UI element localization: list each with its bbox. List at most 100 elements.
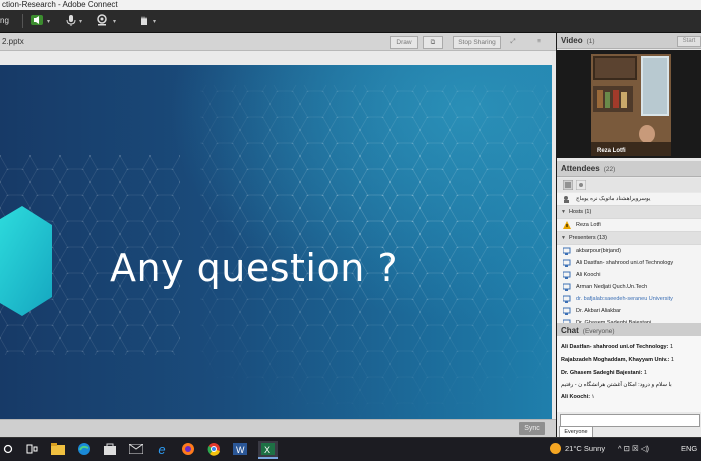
presenter-icon: [563, 295, 571, 303]
user-group-icon: [564, 196, 569, 203]
video-pod-count: (1): [586, 38, 595, 45]
attendee-row[interactable]: Reza Lotfi: [557, 219, 701, 232]
chat-author: Ali Dastfan- shahrood uni.of Technology:: [561, 344, 669, 350]
system-tray-icons[interactable]: ^ ⊡ ☒ ◁): [618, 444, 649, 453]
attendee-name: akbarpour(birjand): [576, 248, 621, 254]
presenter-icon: [563, 259, 571, 267]
firefox-icon[interactable]: [180, 441, 196, 457]
attendees-pod-title: Attendees: [561, 164, 600, 173]
svg-text:W: W: [236, 445, 245, 455]
chat-tab-everyone[interactable]: Everyone: [559, 426, 593, 437]
chat-text: 1: [669, 357, 674, 363]
video-frame-image: [557, 50, 701, 158]
presenter-icon: [563, 283, 571, 291]
presenter-icon: [563, 247, 571, 255]
meeting-owner-row[interactable]: یوسرویراهشناد ماتویک نره یوماج: [557, 193, 701, 206]
status-view-icon[interactable]: [576, 180, 586, 190]
chat-author: Rajabzadeh Moghaddam, Khayyam Univ.:: [561, 357, 670, 363]
attendee-name: Ali Dastfan- shahrood uni.of Technology: [576, 260, 674, 266]
weather-text[interactable]: 21°C Sunny: [565, 444, 605, 453]
word-icon[interactable]: W: [232, 441, 248, 457]
shared-filename: 2.pptx: [2, 37, 24, 46]
chat-pod-scope: (Everyone): [582, 328, 615, 335]
video-presenter-name: Reza Lotfi: [597, 148, 626, 154]
window-title: ction-Research - Adobe Connect: [2, 0, 118, 9]
layers-icon: ⧉: [430, 39, 436, 46]
microphone-icon: [66, 14, 76, 28]
raise-hand-icon: [138, 14, 150, 28]
meeting-menu[interactable]: ng: [0, 16, 9, 25]
attendee-name: Reza Lotfi: [576, 222, 601, 228]
search-icon[interactable]: [0, 441, 16, 457]
list-view-icon[interactable]: [563, 180, 573, 190]
chevron-down-icon[interactable]: ▾: [47, 18, 50, 25]
attendees-view-toolbar: [557, 178, 701, 192]
internet-explorer-icon[interactable]: e: [154, 441, 170, 457]
presenters-header: Presenters (13): [569, 235, 607, 241]
language-indicator[interactable]: ENG: [681, 444, 697, 453]
chat-text: 1: [642, 370, 647, 376]
hosts-group-header[interactable]: ▼ Hosts (1): [557, 206, 701, 219]
start-webcam-button[interactable]: Start: [677, 36, 701, 47]
chat-author: Ali Koochi:: [561, 394, 591, 400]
chat-author: Dr. Ghasem Sadeghi Bajestani:: [561, 370, 643, 376]
raise-hand-button[interactable]: ▾: [138, 13, 156, 29]
chat-message: Ali Koochi: ۱: [561, 394, 595, 400]
share-pod-footer: Sync: [0, 419, 556, 438]
chat-message: Rajabzadeh Moghaddam, Khayyam Univ.: 1: [561, 357, 674, 363]
window-title-bar: ction-Research - Adobe Connect: [0, 0, 701, 10]
share-pod-header: 2.pptx Draw ⧉ Stop Sharing ⤢ ≡: [0, 33, 556, 51]
pod-menu-icon[interactable]: ≡: [532, 36, 546, 47]
presenter-icon: [563, 271, 571, 279]
microphone-button[interactable]: ▾: [66, 13, 82, 29]
edge-icon[interactable]: [76, 441, 92, 457]
accent-hexagon: [0, 206, 52, 316]
webcam-button[interactable]: ▾: [96, 13, 116, 29]
chat-message: با سلام و درود: امکان آغشتن هرانشگاه ن -…: [561, 382, 672, 388]
chevron-down-icon[interactable]: ▾: [113, 18, 116, 25]
draw-button[interactable]: Draw: [390, 36, 418, 49]
meeting-toolbar: ng ▾ ▾ ▾ ▾: [0, 10, 701, 33]
webcam-icon: [96, 14, 110, 28]
file-explorer-icon[interactable]: [50, 441, 66, 457]
video-pod-header: Video (1) Start: [557, 33, 701, 49]
toolbar-divider: [22, 14, 23, 28]
store-icon[interactable]: [102, 441, 118, 457]
expand-icon[interactable]: ⤢: [506, 36, 520, 47]
chat-text: ۱: [590, 394, 595, 400]
excel-icon[interactable]: X: [258, 441, 278, 459]
chat-message: Ali Dastfan- shahrood uni.of Technology:…: [561, 344, 673, 350]
presenter-icon: [563, 307, 571, 315]
video-pod-title: Video: [561, 36, 583, 45]
video-feed: Reza Lotfi: [557, 50, 701, 158]
fullscreen-toggle-button[interactable]: ⧉: [423, 36, 443, 49]
chat-text: 1: [668, 344, 674, 350]
speaker-icon: [30, 14, 44, 28]
collapse-triangle-icon[interactable]: ▼: [561, 232, 566, 244]
attendee-name: Dr. Akbari Aliakbar: [576, 308, 621, 314]
stop-sharing-button[interactable]: Stop Sharing: [453, 36, 501, 49]
speaker-button[interactable]: ▾: [30, 13, 50, 29]
attendee-name: Arman Nedjati Quch.Un.Tech: [576, 284, 648, 290]
chat-message: Dr. Ghasem Sadeghi Bajestani: 1: [561, 370, 647, 376]
slide-title: Any question ?: [110, 246, 399, 290]
chat-messages: Ali Dastfan- shahrood uni.of Technology:…: [557, 336, 701, 412]
hosts-header: Hosts (1): [569, 209, 592, 215]
share-pod: 2.pptx Draw ⧉ Stop Sharing ⤢ ≡ Any quest…: [0, 33, 556, 441]
svg-text:X: X: [264, 445, 270, 455]
attendees-pod-header: Attendees (22): [557, 161, 701, 177]
presenters-group-header[interactable]: ▼ Presenters (13): [557, 232, 701, 245]
sync-button[interactable]: Sync: [519, 422, 545, 435]
attendee-name: Ali Koochi: [576, 272, 601, 278]
presentation-slide: Any question ?: [0, 51, 552, 441]
weather-sun-icon[interactable]: [550, 443, 561, 454]
chat-text: با سلام و درود: امکان آغشتن هرانشگاه ن -…: [561, 382, 672, 388]
collapse-triangle-icon[interactable]: ▼: [561, 206, 566, 218]
mail-icon[interactable]: [128, 441, 144, 457]
task-view-icon[interactable]: [24, 441, 40, 457]
chevron-down-icon[interactable]: ▾: [153, 18, 156, 25]
chevron-down-icon[interactable]: ▾: [79, 18, 82, 25]
host-warning-icon: [563, 221, 571, 229]
attendees-pod-count: (22): [603, 166, 616, 173]
chrome-icon[interactable]: [206, 441, 222, 457]
